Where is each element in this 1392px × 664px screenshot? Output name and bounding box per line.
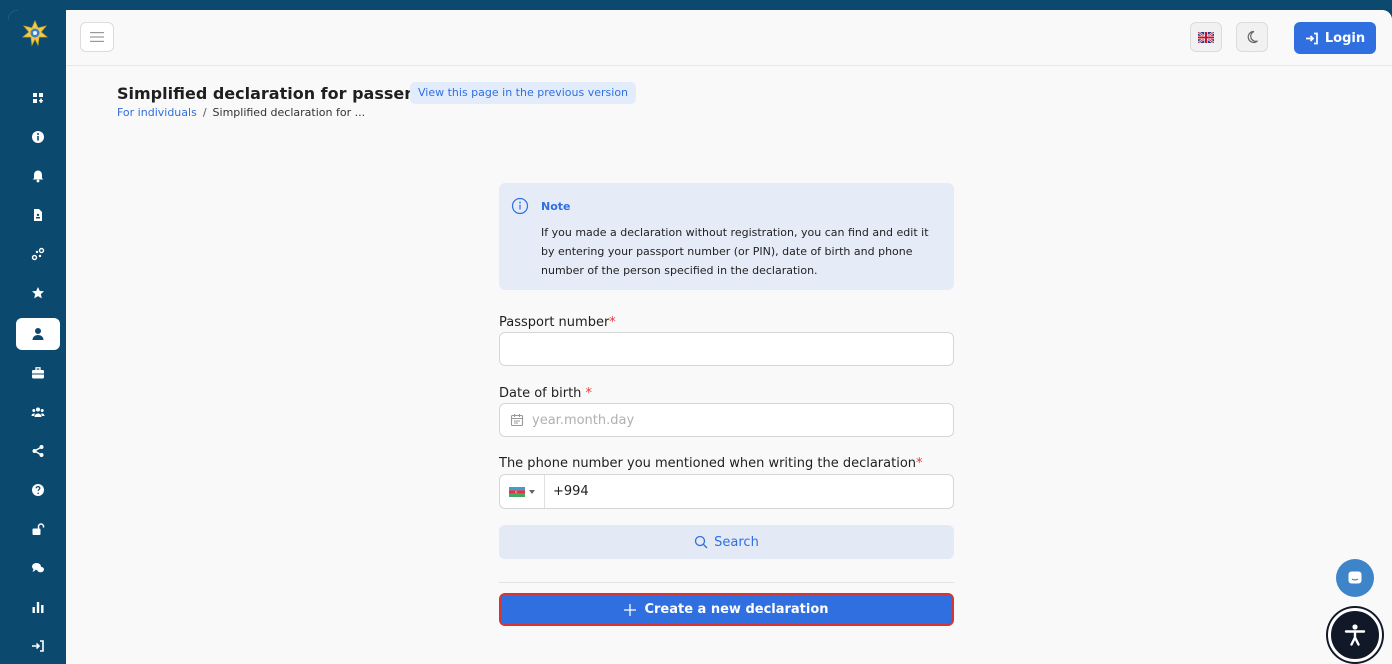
info-circle-icon: [511, 197, 529, 215]
language-button[interactable]: [1190, 22, 1222, 52]
dob-label: Date of birth *: [499, 386, 592, 401]
sidebar-item-access[interactable]: [16, 513, 60, 545]
chat-bubble-icon: [1348, 571, 1362, 584]
note-text: If you made a declaration without regist…: [541, 226, 929, 277]
accessibility-icon: [1344, 624, 1366, 646]
moon-icon: [1247, 30, 1258, 44]
dob-label-text: Date of birth: [499, 386, 586, 401]
help-icon: [32, 484, 44, 496]
sidebar-item-help[interactable]: [16, 474, 60, 506]
search-icon: [695, 535, 708, 549]
note-title: Note: [541, 200, 571, 213]
phone-label: The phone number you mentioned when writ…: [499, 456, 923, 471]
page-title: Simplified declaration for passengers: [117, 84, 456, 103]
passport-input[interactable]: [499, 332, 954, 366]
sidebar-item-notifications[interactable]: [16, 160, 60, 192]
country-code-select[interactable]: [500, 475, 545, 508]
login-icon: [1305, 32, 1318, 44]
logout-icon: [32, 640, 44, 652]
chat-widget-button[interactable]: [1336, 559, 1374, 597]
azerbaijan-flag-icon: [509, 486, 525, 497]
share-icon: [32, 445, 44, 457]
create-declaration-button[interactable]: Create a new declaration: [499, 593, 954, 626]
phone-field: +994: [499, 474, 954, 509]
search-button[interactable]: Search: [499, 525, 954, 559]
menu-toggle-button[interactable]: [80, 22, 114, 52]
sidebar: [8, 10, 66, 664]
app-frame: Login Simplified declaration for passeng…: [8, 10, 1392, 664]
sidebar-item-groups[interactable]: [16, 396, 60, 428]
required-mark: *: [585, 386, 593, 401]
sidebar-item-favorites[interactable]: [16, 277, 60, 309]
uk-flag-icon: [1198, 31, 1214, 43]
create-label: Create a new declaration: [644, 602, 829, 617]
search-label: Search: [714, 534, 759, 550]
sidebar-item-documents[interactable]: [16, 199, 60, 231]
sidebar-item-logout[interactable]: [16, 630, 60, 662]
login-button[interactable]: Login: [1294, 22, 1376, 54]
plus-icon: [624, 603, 637, 616]
previous-version-link[interactable]: View this page in the previous version: [410, 82, 637, 104]
note-box: Note If you made a declaration without r…: [499, 183, 954, 290]
dob-input[interactable]: year.month.day: [499, 403, 954, 437]
sidebar-item-dashboard[interactable]: [16, 82, 60, 114]
chat-icon: [32, 563, 44, 573]
bell-icon: [32, 170, 44, 183]
breadcrumb-link-individuals[interactable]: For individuals: [117, 106, 197, 119]
theme-toggle-button[interactable]: [1236, 22, 1268, 52]
connections-icon: [31, 247, 45, 261]
sidebar-item-business[interactable]: [16, 357, 60, 389]
topbar: Login: [66, 10, 1392, 66]
phone-input[interactable]: +994: [553, 484, 589, 499]
required-mark: *: [916, 456, 923, 471]
sidebar-item-info[interactable]: [16, 121, 60, 153]
star-icon: [32, 287, 44, 299]
unlock-icon: [32, 523, 45, 535]
login-label: Login: [1324, 30, 1366, 46]
accessibility-button[interactable]: [1328, 608, 1382, 662]
hamburger-icon: [90, 32, 104, 42]
users-icon: [31, 407, 45, 417]
breadcrumb-separator: /: [202, 106, 207, 119]
briefcase-icon: [32, 367, 44, 379]
passport-label-text: Passport number: [499, 315, 610, 330]
sidebar-item-connections[interactable]: [16, 238, 60, 270]
calendar-icon: [510, 414, 524, 427]
divider: [499, 582, 954, 583]
info-icon: [32, 131, 44, 143]
chart-icon: [32, 602, 44, 613]
breadcrumb-current: Simplified declaration for ...: [212, 106, 366, 119]
caret-down-icon: [529, 489, 535, 494]
dob-placeholder: year.month.day: [532, 412, 635, 428]
dashboard-icon: [33, 93, 43, 103]
sidebar-item-messages[interactable]: [16, 552, 60, 584]
user-icon: [32, 328, 44, 340]
breadcrumb: For individuals / Simplified declaration f…: [117, 106, 365, 119]
logo-icon[interactable]: [22, 20, 48, 46]
required-mark: *: [609, 315, 616, 330]
sidebar-item-individuals[interactable]: [16, 318, 60, 350]
document-icon: [34, 209, 42, 221]
phone-label-text: The phone number you mentioned when writ…: [499, 456, 917, 471]
sidebar-item-statistics[interactable]: [16, 591, 60, 623]
passport-label: Passport number*: [499, 315, 616, 330]
sidebar-item-share[interactable]: [16, 435, 60, 467]
